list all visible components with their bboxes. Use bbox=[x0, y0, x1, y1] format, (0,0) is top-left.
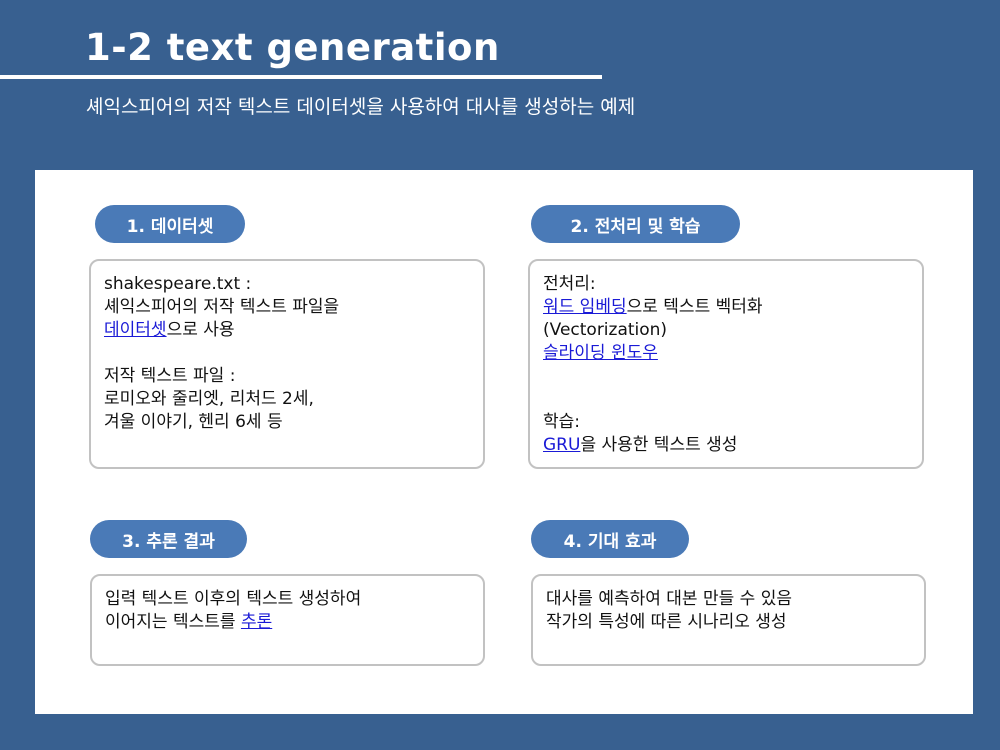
text-line: 겨울 이야기, 헨리 6세 등 bbox=[104, 412, 283, 432]
text-line: (Vectorization) bbox=[543, 320, 668, 340]
dataset-link[interactable]: 데이터셋 bbox=[104, 320, 167, 340]
section-4-heading: 4. 기대 효과 bbox=[531, 520, 689, 558]
text-line: GRU을 사용한 텍스트 생성 bbox=[543, 435, 738, 455]
text-line: 로미오와 줄리엣, 리처드 2세, bbox=[104, 389, 314, 409]
inference-link[interactable]: 추론 bbox=[241, 612, 272, 632]
text-line: 데이터셋으로 사용 bbox=[104, 320, 235, 340]
text-line: 작가의 특성에 따른 시나리오 생성 bbox=[546, 612, 787, 632]
section-4-box: 대사를 예측하여 대본 만들 수 있음 작가의 특성에 따른 시나리오 생성 bbox=[531, 574, 926, 666]
text-line: 전처리: bbox=[543, 274, 596, 294]
text-line: shakespeare.txt : bbox=[104, 274, 252, 294]
section-3-box: 입력 텍스트 이후의 텍스트 생성하여 이어지는 텍스트를 추론 bbox=[90, 574, 485, 666]
text-line: 학습: bbox=[543, 412, 581, 432]
title-underline bbox=[0, 75, 602, 79]
slide-subtitle: 셰익스피어의 저작 텍스트 데이터셋을 사용하여 대사를 생성하는 예제 bbox=[86, 96, 636, 118]
text-line: 이어지는 텍스트를 추론 bbox=[105, 612, 273, 632]
section-1-box: shakespeare.txt : 셰익스피어의 저작 텍스트 파일을 데이터셋… bbox=[89, 259, 485, 469]
text-line: 대사를 예측하여 대본 만들 수 있음 bbox=[546, 589, 792, 609]
section-1-heading: 1. 데이터셋 bbox=[95, 205, 245, 243]
section-3-heading: 3. 추론 결과 bbox=[90, 520, 247, 558]
section-2-heading: 2. 전처리 및 학습 bbox=[531, 205, 740, 243]
text-line: 저작 텍스트 파일 : bbox=[104, 366, 236, 386]
text-line: 셰익스피어의 저작 텍스트 파일을 bbox=[104, 297, 340, 317]
section-2-box: 전처리: 워드 임베딩으로 텍스트 벡터화 (Vectorization) 슬라… bbox=[528, 259, 924, 469]
sliding-window-link[interactable]: 슬라이딩 윈도우 bbox=[543, 343, 658, 363]
slide-title: 1-2 text generation bbox=[85, 26, 500, 69]
text-line: 워드 임베딩으로 텍스트 벡터화 bbox=[543, 297, 763, 317]
text-line: 입력 텍스트 이후의 텍스트 생성하여 bbox=[105, 589, 362, 609]
text-line: 슬라이딩 윈도우 bbox=[543, 342, 909, 365]
gru-link[interactable]: GRU bbox=[543, 435, 580, 455]
word-embedding-link[interactable]: 워드 임베딩 bbox=[543, 297, 627, 317]
